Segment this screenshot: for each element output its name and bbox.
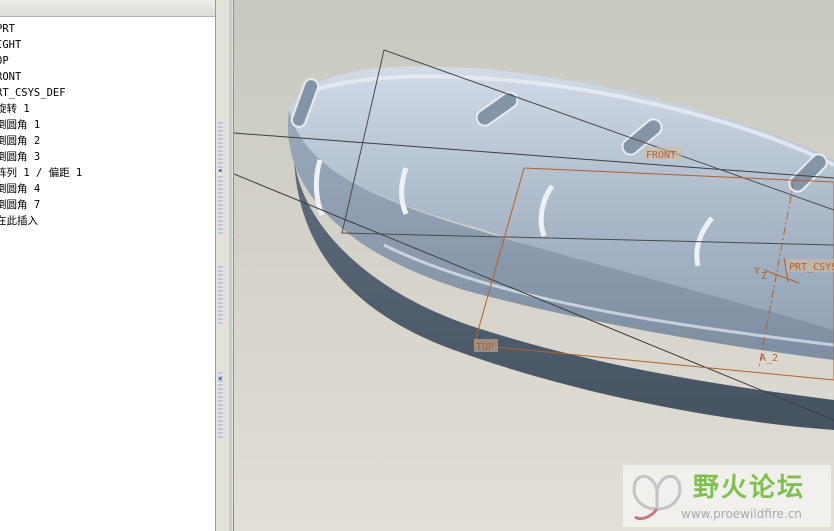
panel-splitter[interactable]: ◂ ▸ ▸ ◂ [216,0,234,531]
watermark-url: www.proewildfire.cn [681,507,802,521]
tree-item-round-1[interactable]: 倒圆角 1 [0,117,82,133]
model-tree-panel: PRT IGHT OP RONT RT_CSYS_DEF 旋转 1 倒圆角 1 … [0,0,216,531]
label-axis-a2: A_2 [760,353,778,364]
graphics-viewport[interactable]: FRONT TOP PRT_CSYS A_2 Y Z [234,0,834,531]
model-tree-list: PRT IGHT OP RONT RT_CSYS_DEF 旋转 1 倒圆角 1 … [0,21,82,229]
splitter-edge [229,0,232,531]
tree-item-round-7[interactable]: 倒圆角 7 [0,197,82,213]
collapse-arrow-icon[interactable]: ◂ [217,166,222,176]
label-top: TOP [476,342,494,353]
tree-item-right[interactable]: IGHT [0,37,82,53]
ring-part[interactable] [287,66,834,430]
tree-item-round-4[interactable]: 倒圆角 4 [0,181,82,197]
tree-item-pattern-1[interactable]: 阵列 1 / 偏距 1 [0,165,82,181]
tree-item-revolve-1[interactable]: 旋转 1 [0,101,82,117]
model-tree-header [0,0,215,17]
label-axis-z: Z [761,271,767,282]
model-canvas[interactable]: FRONT TOP PRT_CSYS A_2 Y Z [234,0,834,531]
tree-item-round-3[interactable]: 倒圆角 3 [0,149,82,165]
splitter-grip-upper[interactable] [218,176,223,234]
label-axis-y: Y [754,266,760,277]
collapse-arrow-icon-2[interactable]: ◂ [217,374,222,384]
label-csys: PRT_CSYS [789,262,834,273]
tree-item-top[interactable]: OP [0,53,82,69]
watermark-title: 野火论坛 [693,473,806,503]
tree-item-insert-here[interactable]: 在此插入 [0,213,82,229]
tree-item-csys[interactable]: RT_CSYS_DEF [0,85,82,101]
watermark: 野火论坛 www.proewildfire.cn [623,465,831,527]
splitter-grip-top[interactable] [218,122,223,170]
tree-item-round-2[interactable]: 倒圆角 2 [0,133,82,149]
butterfly-logo-icon [632,474,682,521]
splitter-grip-middle[interactable] [218,266,223,324]
label-front: FRONT [646,150,676,161]
tree-item-prt[interactable]: PRT [0,21,82,37]
tree-item-front[interactable]: RONT [0,69,82,85]
